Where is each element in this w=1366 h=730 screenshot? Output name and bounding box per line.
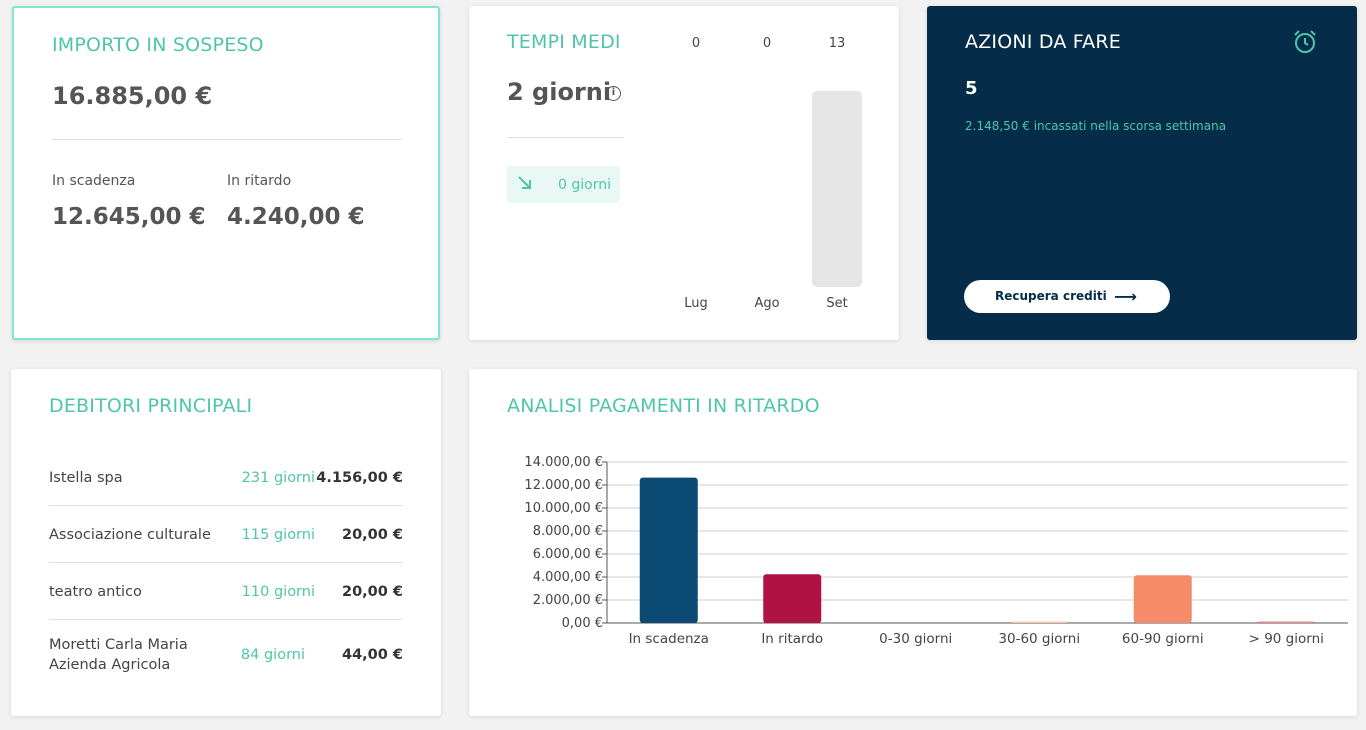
debtor-amount: 20,00 € xyxy=(341,583,403,600)
debtor-row[interactable]: Moretti Carla Maria Azienda Agricola 84 … xyxy=(49,620,403,690)
bar[interactable] xyxy=(1257,621,1316,624)
x-tick-label: 60-90 giorni xyxy=(1122,631,1204,647)
actions-title: AZIONI DA FARE xyxy=(965,31,1121,53)
debtor-amount: 20,00 € xyxy=(341,526,403,543)
due-label: In scadenza xyxy=(52,173,136,189)
late-value: 4.240,00 € xyxy=(227,204,365,230)
x-tick-label: > 90 giorni xyxy=(1249,631,1324,647)
mini-bar-chart: 0 Lug 0 Ago 13 Set xyxy=(684,36,862,311)
mini-bar-value-label: 0 xyxy=(763,36,771,51)
info-icon[interactable]: i xyxy=(606,86,621,101)
trend-badge: 0 giorni xyxy=(507,166,620,203)
bar[interactable] xyxy=(639,477,698,623)
y-tick-label: 6.000,00 € xyxy=(533,547,603,562)
arrow-down-right-icon xyxy=(516,174,534,196)
actions-count: 5 xyxy=(965,78,978,99)
trend-text: 0 giorni xyxy=(558,177,611,193)
bar[interactable] xyxy=(1010,621,1069,624)
late-payments-title: ANALISI PAGAMENTI IN RITARDO xyxy=(507,395,820,417)
debtor-name: teatro antico xyxy=(49,583,142,600)
late-label: In ritardo xyxy=(227,173,292,189)
debtor-row[interactable]: Istella spa 231 giorni 4.156,00 € xyxy=(49,449,403,506)
x-tick-label: 0-30 giorni xyxy=(879,631,952,647)
recover-credits-label: Recupera crediti xyxy=(995,289,1107,303)
y-tick-label: 14.000,00 € xyxy=(524,455,603,470)
divider xyxy=(52,139,402,140)
debtor-name: Moretti Carla Maria Azienda Agricola xyxy=(49,637,188,673)
outstanding-total: 16.885,00 € xyxy=(52,82,213,110)
x-tick-label: 30-60 giorni xyxy=(998,631,1080,647)
mini-bar-month-label: Ago xyxy=(754,296,779,311)
y-tick-label: 8.000,00 € xyxy=(533,524,603,539)
debtor-days: 84 giorni xyxy=(240,647,305,663)
x-tick-label: In ritardo xyxy=(761,631,823,647)
mini-bar xyxy=(812,91,862,287)
outstanding-title: IMPORTO IN SOSPESO xyxy=(52,34,264,56)
x-tick-label: In scadenza xyxy=(629,631,709,647)
avg-times-value: 2 giorni xyxy=(507,78,612,106)
debtors-title: DEBITORI PRINCIPALI xyxy=(49,395,253,417)
mini-bar-value-label: 13 xyxy=(829,36,846,51)
late-payments-chart: 0,00 € 2.000,00 € 4.000,00 € 6.000,00 € 8.00… xyxy=(524,455,1348,647)
avg-times-card: TEMPI MEDI 2 giorni i 0 giorni 0 Lug 0 Ago 1… xyxy=(469,6,899,340)
late-payments-card: 0,00 € 2.000,00 € 4.000,00 € 6.000,00 € 8.00… xyxy=(469,369,1357,716)
debtor-days: 115 giorni xyxy=(241,526,315,543)
y-tick-label: 10.000,00 € xyxy=(524,501,603,516)
debtor-row[interactable]: Associazione culturale 115 giorni 20,00 … xyxy=(49,506,403,563)
y-tick-label: 2.000,00 € xyxy=(533,593,603,608)
debtor-amount: 44,00 € xyxy=(341,647,403,663)
y-tick-label: 4.000,00 € xyxy=(533,570,603,585)
avg-times-title: TEMPI MEDI xyxy=(507,31,621,53)
y-tick-label: 12.000,00 € xyxy=(524,478,603,493)
alarm-clock-icon[interactable] xyxy=(1293,29,1317,59)
mini-bar-value-label: 0 xyxy=(692,36,700,51)
actions-card: AZIONI DA FARE 5 2.148,50 € incassati ne… xyxy=(927,6,1357,340)
debtor-days: 231 giorni xyxy=(241,469,315,486)
mini-bar-month-label: Lug xyxy=(684,296,708,311)
arrow-right-icon: ⟶ xyxy=(1114,287,1137,306)
y-tick-label: 0,00 € xyxy=(562,616,603,631)
recover-credits-button[interactable]: Recupera crediti ⟶ xyxy=(964,280,1170,313)
debtor-amount: 4.156,00 € xyxy=(316,469,403,486)
debtor-row[interactable]: teatro antico 110 giorni 20,00 € xyxy=(49,563,403,620)
debtor-name: Associazione culturale xyxy=(49,526,211,543)
mini-bar-month-label: Set xyxy=(826,296,847,311)
debtors-card: DEBITORI PRINCIPALI Istella spa 231 gior… xyxy=(11,369,441,716)
debtor-name: Istella spa xyxy=(49,469,123,486)
bar[interactable] xyxy=(1133,575,1192,623)
bar[interactable] xyxy=(763,574,822,623)
debtor-days: 110 giorni xyxy=(241,583,315,600)
due-value: 12.645,00 € xyxy=(52,204,206,230)
actions-subtitle: 2.148,50 € incassati nella scorsa settim… xyxy=(965,119,1227,133)
divider xyxy=(507,137,624,138)
outstanding-card: IMPORTO IN SOSPESO 16.885,00 € In scaden… xyxy=(12,6,440,340)
